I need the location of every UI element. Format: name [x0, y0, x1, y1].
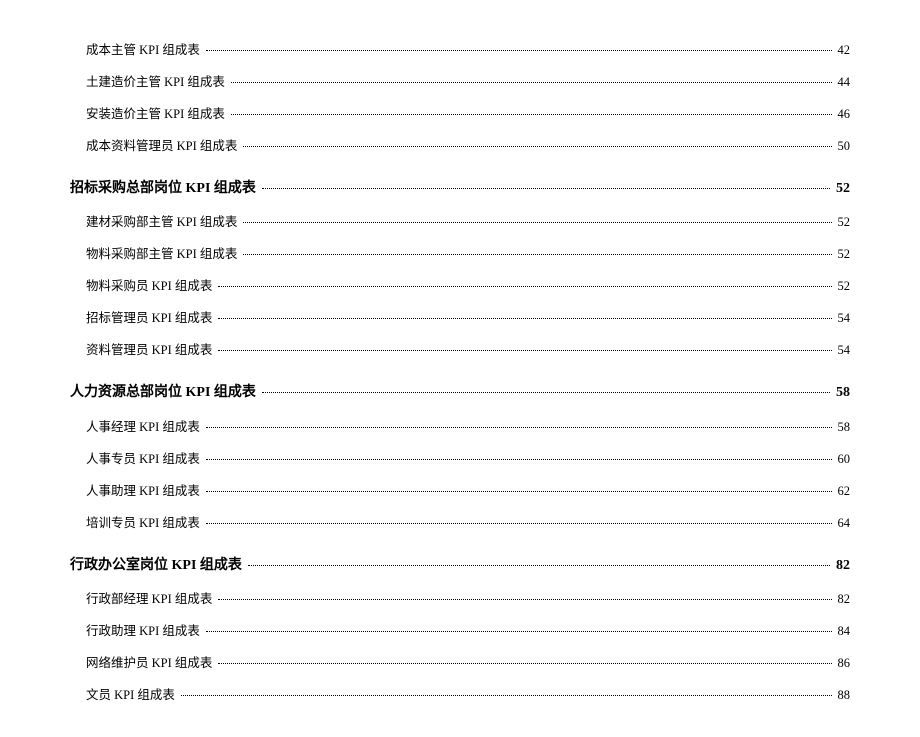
toc-label: 行政部经理 KPI 组成表 — [86, 589, 216, 609]
toc-dot-leader — [218, 318, 831, 319]
toc-page-number: 46 — [834, 104, 851, 124]
toc-section-entry: 招标采购总部岗位 KPI 组成表 52 — [70, 178, 850, 200]
toc-label: 文员 KPI 组成表 — [86, 685, 179, 705]
toc-item-entry: 成本主管 KPI 组成表 42 — [70, 40, 850, 60]
toc-dot-leader — [218, 599, 831, 600]
toc-page-number: 60 — [834, 449, 851, 469]
toc-page-number: 54 — [834, 308, 851, 328]
toc-page-number: 42 — [834, 40, 851, 60]
toc-dot-leader — [243, 254, 831, 255]
toc-label: 人力资源总部岗位 KPI 组成表 — [70, 382, 260, 404]
toc-label: 土建造价主管 KPI 组成表 — [86, 72, 229, 92]
toc-page-number: 54 — [834, 340, 851, 360]
toc-dot-leader — [231, 82, 832, 83]
toc-dot-leader — [206, 50, 832, 51]
toc-label: 行政办公室岗位 KPI 组成表 — [70, 555, 246, 577]
toc-dot-leader — [206, 523, 832, 524]
toc-page-number: 82 — [832, 555, 850, 577]
toc-label: 人事助理 KPI 组成表 — [86, 481, 204, 501]
toc-item-entry: 安装造价主管 KPI 组成表 46 — [70, 104, 850, 124]
toc-label: 资料管理员 KPI 组成表 — [86, 340, 216, 360]
toc-page-number: 52 — [832, 178, 850, 200]
toc-page-number: 84 — [834, 621, 851, 641]
toc-label: 招标管理员 KPI 组成表 — [86, 308, 216, 328]
toc-item-entry: 物料采购部主管 KPI 组成表 52 — [70, 244, 850, 264]
toc-page-number: 52 — [834, 276, 851, 296]
toc-dot-leader — [206, 631, 832, 632]
toc-label: 安装造价主管 KPI 组成表 — [86, 104, 229, 124]
toc-item-entry: 行政助理 KPI 组成表 84 — [70, 621, 850, 641]
toc-page-number: 52 — [834, 244, 851, 264]
toc-page-number: 62 — [834, 481, 851, 501]
toc-item-entry: 人事助理 KPI 组成表 62 — [70, 481, 850, 501]
toc-dot-leader — [206, 427, 832, 428]
toc-label: 成本资料管理员 KPI 组成表 — [86, 136, 241, 156]
toc-label: 物料采购部主管 KPI 组成表 — [86, 244, 241, 264]
toc-dot-leader — [231, 114, 832, 115]
toc-item-entry: 土建造价主管 KPI 组成表 44 — [70, 72, 850, 92]
toc-item-entry: 人事经理 KPI 组成表 58 — [70, 417, 850, 437]
toc-page-number: 64 — [834, 513, 851, 533]
toc-dot-leader — [248, 565, 830, 566]
toc-page-number: 82 — [834, 589, 851, 609]
toc-item-entry: 文员 KPI 组成表 88 — [70, 685, 850, 705]
toc-dot-leader — [206, 459, 832, 460]
toc-label: 网络维护员 KPI 组成表 — [86, 653, 216, 673]
toc-dot-leader — [243, 146, 831, 147]
toc-item-entry: 培训专员 KPI 组成表 64 — [70, 513, 850, 533]
toc-label: 成本主管 KPI 组成表 — [86, 40, 204, 60]
toc-label: 人事经理 KPI 组成表 — [86, 417, 204, 437]
toc-label: 建材采购部主管 KPI 组成表 — [86, 212, 241, 232]
toc-item-entry: 建材采购部主管 KPI 组成表 52 — [70, 212, 850, 232]
toc-dot-leader — [206, 491, 832, 492]
toc-label: 物料采购员 KPI 组成表 — [86, 276, 216, 296]
toc-item-entry: 物料采购员 KPI 组成表 52 — [70, 276, 850, 296]
toc-item-entry: 资料管理员 KPI 组成表 54 — [70, 340, 850, 360]
toc-item-entry: 人事专员 KPI 组成表 60 — [70, 449, 850, 469]
toc-label: 人事专员 KPI 组成表 — [86, 449, 204, 469]
toc-page-number: 88 — [834, 685, 851, 705]
toc-page-number: 50 — [834, 136, 851, 156]
toc-section-entry: 行政办公室岗位 KPI 组成表 82 — [70, 555, 850, 577]
toc-label: 行政助理 KPI 组成表 — [86, 621, 204, 641]
toc-item-entry: 招标管理员 KPI 组成表 54 — [70, 308, 850, 328]
toc-page-number: 58 — [834, 417, 851, 437]
toc-dot-leader — [262, 188, 830, 189]
toc-page-number: 86 — [834, 653, 851, 673]
toc-item-entry: 成本资料管理员 KPI 组成表 50 — [70, 136, 850, 156]
table-of-contents: 成本主管 KPI 组成表 42 土建造价主管 KPI 组成表 44 安装造价主管 KPI… — [70, 40, 850, 705]
toc-dot-leader — [218, 663, 831, 664]
toc-dot-leader — [262, 392, 830, 393]
toc-dot-leader — [218, 350, 831, 351]
toc-page-number: 44 — [834, 72, 851, 92]
toc-label: 培训专员 KPI 组成表 — [86, 513, 204, 533]
toc-label: 招标采购总部岗位 KPI 组成表 — [70, 178, 260, 200]
toc-dot-leader — [243, 222, 831, 223]
toc-item-entry: 网络维护员 KPI 组成表 86 — [70, 653, 850, 673]
toc-item-entry: 行政部经理 KPI 组成表 82 — [70, 589, 850, 609]
toc-page-number: 52 — [834, 212, 851, 232]
toc-dot-leader — [181, 695, 832, 696]
toc-dot-leader — [218, 286, 831, 287]
toc-page-number: 58 — [832, 382, 850, 404]
toc-section-entry: 人力资源总部岗位 KPI 组成表 58 — [70, 382, 850, 404]
